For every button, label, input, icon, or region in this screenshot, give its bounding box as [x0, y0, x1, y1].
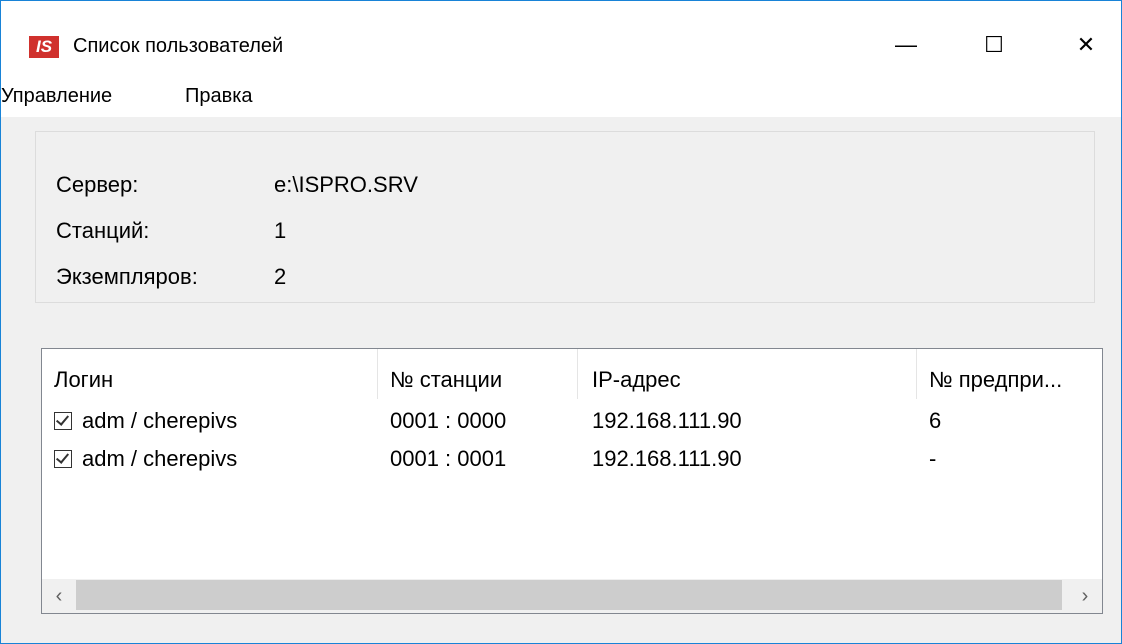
scroll-right-icon[interactable]: ›	[1068, 579, 1102, 613]
scroll-thumb[interactable]	[76, 580, 1062, 610]
column-separator[interactable]	[577, 349, 578, 399]
cell-ip: 192.168.111.90	[592, 446, 742, 471]
users-list[interactable]: Логин № станции IP-адрес № предпри... ad…	[41, 348, 1103, 614]
column-separator[interactable]	[916, 349, 917, 399]
menu-bar: Управление Правка	[1, 77, 1121, 117]
row-checkbox[interactable]	[54, 450, 72, 468]
stations-label: Станций:	[56, 218, 150, 243]
close-button[interactable]: ✕	[1051, 21, 1121, 69]
column-separator[interactable]	[377, 349, 378, 399]
scroll-left-icon[interactable]: ‹	[42, 579, 76, 613]
column-header-enterprise[interactable]: № предпри...	[929, 367, 1062, 393]
cell-login: adm / cherepivs	[82, 446, 238, 471]
cell-station: 0001 : 0001	[390, 446, 507, 471]
cell-enterprise: -	[929, 446, 937, 471]
instances-value: 2	[274, 264, 287, 289]
horizontal-scrollbar[interactable]: ‹ ›	[42, 579, 1102, 613]
maximize-button[interactable]: ☐	[959, 21, 1029, 69]
stations-value: 1	[274, 218, 287, 243]
instances-label: Экземпляров:	[56, 264, 198, 289]
menu-edit[interactable]: Правка	[185, 85, 253, 108]
app-icon: IS	[29, 36, 59, 58]
user-list-window: IS Список пользователей — ☐ ✕ Управление…	[0, 0, 1122, 644]
row-checkbox[interactable]	[54, 412, 72, 430]
cell-station: 0001 : 0000	[390, 408, 507, 433]
server-value: e:\ISPRO.SRV	[274, 172, 418, 197]
column-header-login[interactable]: Логин	[54, 367, 113, 393]
cell-login: adm / cherepivs	[82, 408, 238, 433]
cell-ip: 192.168.111.90	[592, 408, 742, 433]
window-title: Список пользователей	[73, 35, 284, 57]
server-info-panel: Сервер: e:\ISPRO.SRV Станций: 1 Экземпля…	[35, 131, 1095, 303]
column-header-station[interactable]: № станции	[390, 367, 502, 393]
column-header-ip[interactable]: IP-адрес	[592, 367, 681, 393]
cell-enterprise: 6	[929, 408, 942, 433]
server-label: Сервер:	[56, 172, 139, 197]
minimize-button[interactable]: —	[871, 21, 941, 69]
menu-manage[interactable]: Управление	[1, 85, 112, 108]
title-bar[interactable]: IS Список пользователей — ☐ ✕	[1, 1, 1121, 85]
